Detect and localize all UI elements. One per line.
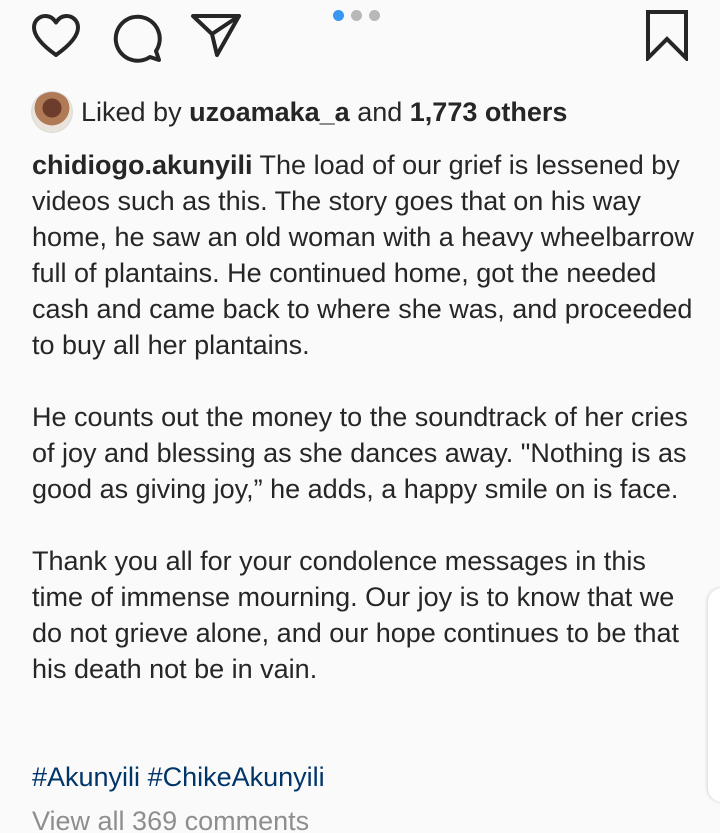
- post-caption: chidiogo.akunyili The load of our grief …: [32, 147, 702, 687]
- save-button[interactable]: [642, 8, 692, 62]
- like-button[interactable]: [30, 12, 82, 60]
- likes-others-count[interactable]: 1,773 others: [410, 97, 568, 127]
- heart-outline-icon: [32, 14, 80, 57]
- carousel-dot: [351, 10, 362, 21]
- edge-panel-handle[interactable]: [708, 588, 720, 802]
- post-action-bar: [0, 0, 720, 70]
- hashtag-link[interactable]: #ChikeAkunyili: [148, 762, 325, 792]
- view-all-comments-link[interactable]: View all 369 comments: [32, 803, 309, 833]
- caption-paragraph-3: Thank you all for your condolence messag…: [32, 546, 679, 684]
- share-button[interactable]: [190, 12, 242, 58]
- hashtag-row: #Akunyili #ChikeAkunyili: [32, 759, 325, 795]
- carousel-indicator: [333, 10, 380, 21]
- hashtag-link[interactable]: #Akunyili: [32, 762, 140, 792]
- likes-prefix: Liked by: [81, 97, 182, 127]
- carousel-dot: [369, 10, 380, 21]
- carousel-dot-active: [333, 10, 344, 21]
- speech-bubble-icon: [113, 14, 162, 63]
- comment-button[interactable]: [110, 12, 164, 64]
- likes-summary[interactable]: Liked by uzoamaka_a and 1,773 others: [31, 91, 567, 133]
- likes-conjunction: and: [357, 97, 403, 127]
- bookmark-outline-icon: [646, 10, 688, 61]
- caption-text-1: The load of our grief is lessened by vid…: [32, 150, 694, 360]
- caption-username[interactable]: chidiogo.akunyili: [32, 150, 253, 180]
- liker-username[interactable]: uzoamaka_a: [189, 97, 350, 127]
- liker-avatar[interactable]: [31, 91, 73, 133]
- caption-paragraph-1: chidiogo.akunyili The load of our grief …: [32, 147, 702, 363]
- likes-text: Liked by uzoamaka_a and 1,773 others: [81, 96, 567, 128]
- instagram-post-details: Liked by uzoamaka_a and 1,773 others chi…: [0, 0, 720, 833]
- paper-plane-icon: [191, 14, 241, 57]
- caption-paragraph-2: He counts out the money to the soundtrac…: [32, 402, 688, 504]
